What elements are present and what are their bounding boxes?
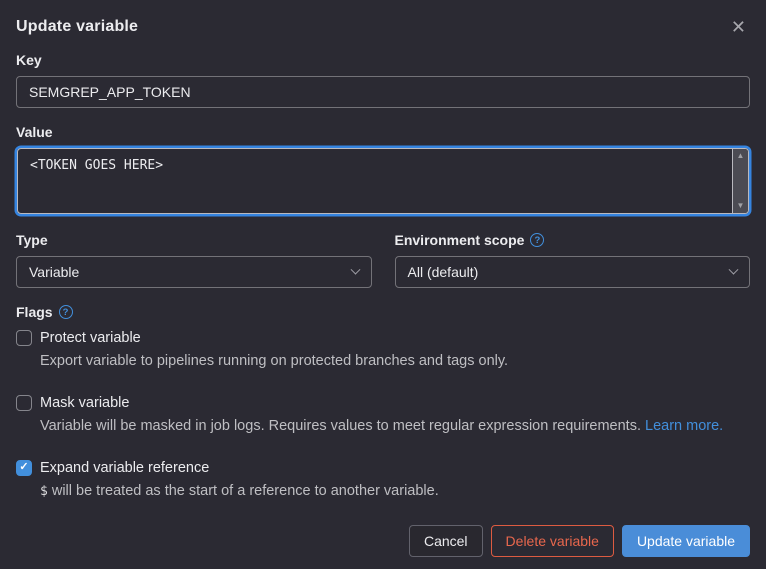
close-icon[interactable]: ✕: [727, 16, 750, 38]
environment-scope-select[interactable]: All (default): [395, 256, 751, 288]
environment-scope-label-text: Environment scope: [395, 232, 525, 248]
cancel-button[interactable]: Cancel: [409, 525, 483, 557]
flag-expand-variable-reference: ✓ Expand variable reference $ will be tr…: [16, 460, 750, 501]
type-label: Type: [16, 232, 372, 248]
environment-scope-column: Environment scope ? All (default): [395, 232, 751, 288]
check-icon: ✓: [19, 462, 28, 473]
flag-row: ✓ Mask variable: [16, 395, 750, 411]
modal-footer: Cancel Delete variable Update variable: [16, 525, 750, 557]
flag-mask-variable: ✓ Mask variable Variable will be masked …: [16, 395, 750, 436]
key-label: Key: [16, 52, 750, 68]
type-column: Type Variable: [16, 232, 372, 288]
value-label: Value: [16, 124, 750, 140]
learn-more-link[interactable]: Learn more.: [645, 418, 723, 434]
dollar-code: $: [40, 484, 48, 499]
modal-title: Update variable: [16, 18, 138, 36]
value-text: <TOKEN GOES HERE>: [30, 158, 724, 173]
expand-variable-reference-description: $ will be treated as the start of a refe…: [40, 482, 750, 501]
scroll-down-icon[interactable]: ▼: [737, 202, 745, 210]
scrollbar[interactable]: ▲ ▼: [732, 149, 748, 213]
modal-header: Update variable ✕: [16, 18, 750, 38]
mask-variable-checkbox[interactable]: ✓: [16, 395, 32, 411]
mask-variable-description-text: Variable will be masked in job logs. Req…: [40, 418, 641, 434]
flag-row: ✓ Expand variable reference: [16, 460, 750, 476]
key-input[interactable]: [16, 76, 750, 108]
flags-section: Flags ? ✓ Protect variable Export variab…: [16, 304, 750, 525]
mask-variable-description: Variable will be masked in job logs. Req…: [40, 417, 750, 436]
flags-label: Flags ?: [16, 304, 750, 320]
value-field-group: Value <TOKEN GOES HERE> ▲ ▼: [16, 124, 750, 216]
help-icon[interactable]: ?: [530, 233, 544, 247]
key-field-group: Key: [16, 52, 750, 108]
type-selected-value: Variable: [29, 264, 79, 280]
update-variable-modal: Update variable ✕ Key Value <TOKEN GOES …: [0, 0, 766, 569]
expand-variable-reference-description-text: will be treated as the start of a refere…: [52, 483, 439, 499]
mask-variable-label[interactable]: Mask variable: [40, 395, 129, 411]
help-icon[interactable]: ?: [59, 305, 73, 319]
flag-protect-variable: ✓ Protect variable Export variable to pi…: [16, 330, 750, 371]
type-select[interactable]: Variable: [16, 256, 372, 288]
protect-variable-label[interactable]: Protect variable: [40, 330, 141, 346]
expand-variable-reference-label[interactable]: Expand variable reference: [40, 460, 209, 476]
environment-scope-label: Environment scope ?: [395, 232, 751, 248]
flag-row: ✓ Protect variable: [16, 330, 750, 346]
scroll-up-icon[interactable]: ▲: [737, 152, 745, 160]
chevron-down-icon: [350, 264, 360, 274]
expand-variable-reference-checkbox[interactable]: ✓: [16, 460, 32, 476]
environment-scope-selected-value: All (default): [408, 264, 479, 280]
value-textarea[interactable]: <TOKEN GOES HERE> ▲ ▼: [17, 148, 749, 214]
flags-label-text: Flags: [16, 304, 53, 320]
protect-variable-description: Export variable to pipelines running on …: [40, 352, 750, 371]
delete-variable-button[interactable]: Delete variable: [491, 525, 614, 557]
protect-variable-checkbox[interactable]: ✓: [16, 330, 32, 346]
chevron-down-icon: [729, 264, 739, 274]
type-scope-row: Type Variable Environment scope ? All (d…: [16, 232, 750, 288]
update-variable-button[interactable]: Update variable: [622, 525, 750, 557]
